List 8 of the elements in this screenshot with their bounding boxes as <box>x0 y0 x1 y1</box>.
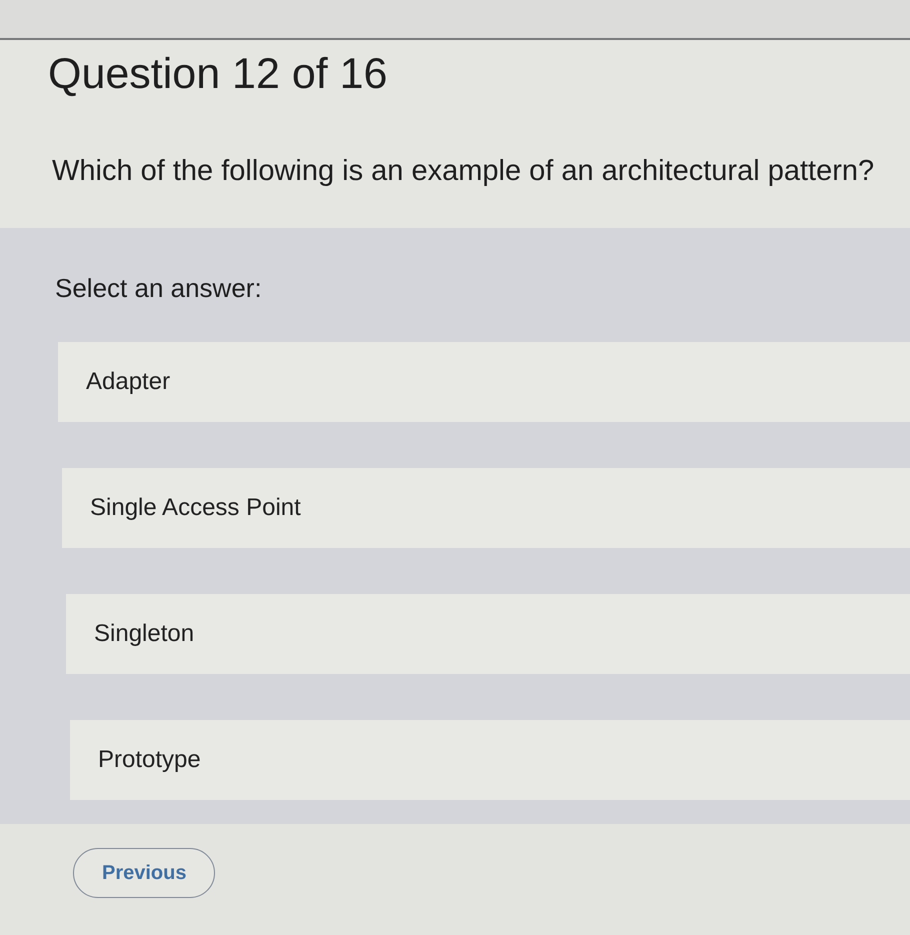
answer-option[interactable]: Singleton <box>66 594 910 674</box>
previous-button[interactable]: Previous <box>73 848 216 898</box>
answer-option[interactable]: Prototype <box>70 720 910 800</box>
answer-option[interactable]: Adapter <box>58 342 910 422</box>
answer-option[interactable]: Single Access Point <box>62 468 910 548</box>
question-title: Question 12 of 16 <box>48 49 388 100</box>
answer-prompt: Select an answer: <box>55 272 262 304</box>
question-text: Which of the following is an example of an architectural pattern? <box>52 154 874 188</box>
